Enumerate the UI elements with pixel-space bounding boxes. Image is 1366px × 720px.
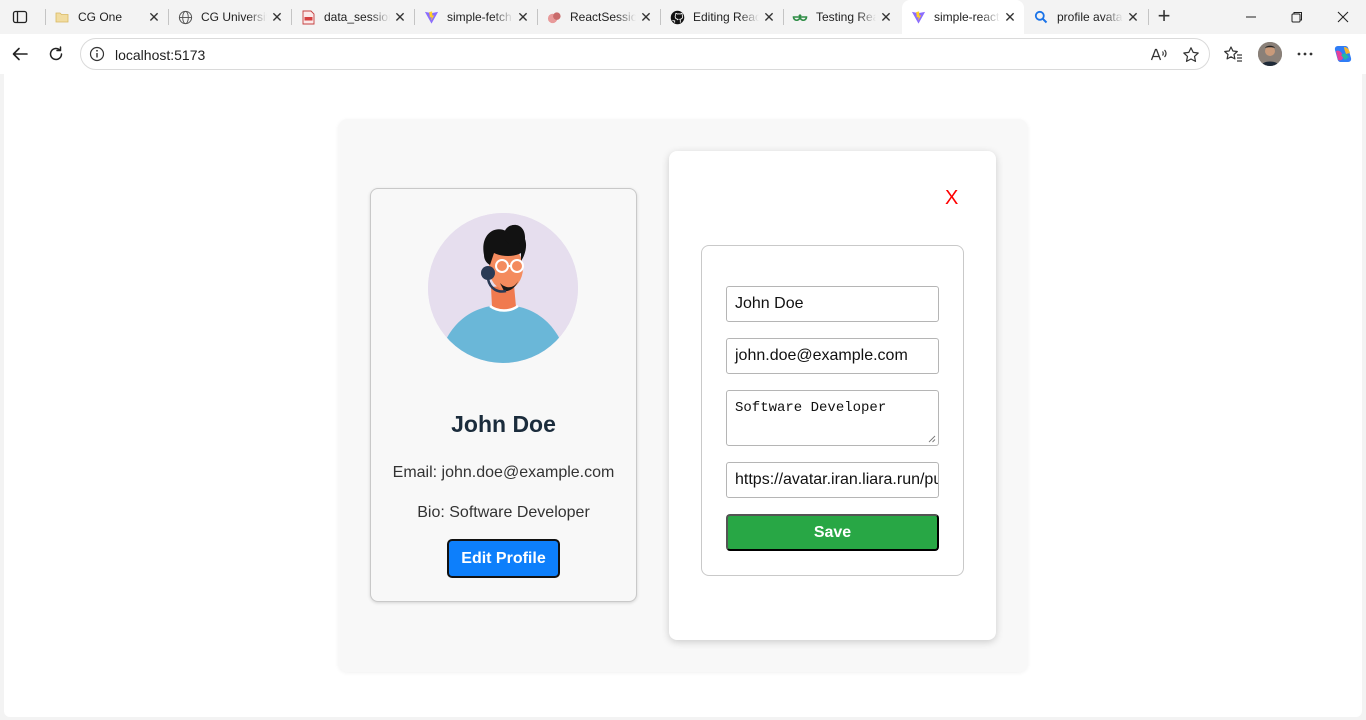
tab-simple-react[interactable]: simple-react ✕ bbox=[902, 0, 1024, 34]
profile-bio: Bio: Software Developer bbox=[417, 504, 590, 521]
restore-icon bbox=[1291, 12, 1302, 23]
profile-email: Email: john.doe@example.com bbox=[392, 464, 615, 481]
tab-close-button[interactable]: ✕ bbox=[759, 7, 779, 27]
minimize-button[interactable] bbox=[1228, 0, 1274, 34]
tab-separator bbox=[1148, 9, 1149, 25]
back-button[interactable] bbox=[6, 40, 34, 68]
slides-icon bbox=[546, 9, 562, 25]
avatar-url-input[interactable]: https://avatar.iran.liara.run/public bbox=[726, 462, 939, 498]
modal-close-button[interactable]: X bbox=[945, 187, 958, 210]
vite-icon bbox=[910, 9, 926, 25]
favorite-star-button[interactable] bbox=[1181, 45, 1201, 65]
tab-simple-fetch[interactable]: simple-fetch ✕ bbox=[415, 3, 537, 31]
email-input[interactable]: john.doe@example.com bbox=[726, 338, 939, 374]
tab-label: Editing React bbox=[693, 10, 759, 24]
tab-close-button[interactable]: ✕ bbox=[1000, 7, 1020, 27]
browser-toolbar: localhost:5173 bbox=[0, 34, 1366, 74]
address-bar[interactable]: localhost:5173 bbox=[80, 38, 1210, 70]
tab-label: profile avatar bbox=[1057, 10, 1123, 24]
copilot-button[interactable] bbox=[1332, 43, 1354, 65]
avatar-illustration-icon bbox=[428, 213, 578, 363]
favorites-button[interactable] bbox=[1222, 43, 1244, 65]
save-button[interactable]: Save bbox=[726, 514, 939, 551]
tab-label: simple-react bbox=[934, 10, 1000, 24]
edit-profile-form: John Doe john.doe@example.com Software D… bbox=[701, 245, 964, 576]
tab-editing-react[interactable]: Editing React ✕ bbox=[661, 3, 783, 31]
tab-close-button[interactable]: ✕ bbox=[1123, 7, 1143, 27]
github-icon bbox=[669, 9, 685, 25]
tab-actions-button[interactable] bbox=[6, 5, 34, 29]
profile-container: John Doe Email: john.doe@example.com Bio… bbox=[338, 119, 1028, 672]
window-close-button[interactable] bbox=[1320, 0, 1366, 34]
tab-close-button[interactable]: ✕ bbox=[144, 7, 164, 27]
address-text[interactable]: localhost:5173 bbox=[115, 47, 205, 63]
refresh-button[interactable] bbox=[42, 40, 70, 68]
tab-label: simple-fetch bbox=[447, 10, 512, 24]
site-info-icon[interactable] bbox=[89, 46, 105, 62]
page-viewport: John Doe Email: john.doe@example.com Bio… bbox=[4, 74, 1362, 717]
tab-label: CG One bbox=[78, 10, 123, 24]
name-input[interactable]: John Doe bbox=[726, 286, 939, 322]
tab-close-button[interactable]: ✕ bbox=[876, 7, 896, 27]
tab-data-session[interactable]: data_session ✕ bbox=[292, 3, 414, 31]
profile-avatar-button[interactable] bbox=[1258, 42, 1282, 66]
vite-icon bbox=[423, 9, 439, 25]
bio-textarea-text: Software Developer bbox=[735, 400, 887, 416]
tab-close-button[interactable]: ✕ bbox=[636, 7, 656, 27]
tab-testing-react[interactable]: Testing React ✕ bbox=[784, 3, 900, 31]
profile-avatar-image bbox=[428, 213, 578, 363]
tab-label: CG University bbox=[201, 10, 267, 24]
tab-profile-avatar[interactable]: profile avatar ✕ bbox=[1025, 3, 1147, 31]
copilot-icon bbox=[1334, 46, 1352, 62]
tab-close-button[interactable]: ✕ bbox=[390, 7, 410, 27]
tab-cg-one[interactable]: CG One ✕ bbox=[46, 3, 168, 31]
user-avatar-icon bbox=[1258, 42, 1282, 66]
more-dots-icon bbox=[1297, 52, 1313, 56]
close-icon bbox=[1337, 11, 1349, 23]
profile-name: John Doe bbox=[451, 411, 556, 437]
globe-icon bbox=[177, 9, 193, 25]
read-aloud-button[interactable] bbox=[1149, 45, 1169, 65]
tab-react-session[interactable]: ReactSession ✕ bbox=[538, 3, 660, 31]
tab-label: ReactSession bbox=[570, 10, 636, 24]
tab-label: Testing React bbox=[816, 10, 876, 24]
tab-close-button[interactable]: ✕ bbox=[267, 7, 287, 27]
geeksforgeeks-icon bbox=[792, 9, 808, 25]
restore-button[interactable] bbox=[1274, 0, 1320, 34]
tab-strip: CG One ✕ CG University ✕ data_session ✕ … bbox=[0, 0, 1366, 34]
resize-grip-icon[interactable] bbox=[928, 435, 936, 443]
read-aloud-icon bbox=[1150, 48, 1167, 61]
profile-card: John Doe Email: john.doe@example.com Bio… bbox=[370, 188, 637, 602]
tab-actions-icon bbox=[12, 10, 28, 24]
new-tab-button[interactable]: + bbox=[1152, 5, 1176, 29]
back-arrow-icon bbox=[12, 47, 28, 61]
folder-icon bbox=[54, 9, 70, 25]
bio-textarea[interactable]: Software Developer bbox=[726, 390, 939, 446]
favorites-icon bbox=[1224, 46, 1242, 62]
tab-label: data_session bbox=[324, 10, 390, 24]
search-icon bbox=[1033, 9, 1049, 25]
tab-cg-university[interactable]: CG University ✕ bbox=[169, 3, 291, 31]
refresh-icon bbox=[49, 46, 63, 61]
star-icon bbox=[1183, 47, 1199, 62]
edit-profile-button[interactable]: Edit Profile bbox=[447, 539, 560, 578]
tab-close-button[interactable]: ✕ bbox=[513, 7, 533, 27]
minimize-icon bbox=[1246, 16, 1256, 18]
edit-profile-modal: X John Doe john.doe@example.com Software… bbox=[669, 151, 996, 640]
settings-more-button[interactable] bbox=[1294, 43, 1316, 65]
pdf-icon bbox=[300, 9, 316, 25]
